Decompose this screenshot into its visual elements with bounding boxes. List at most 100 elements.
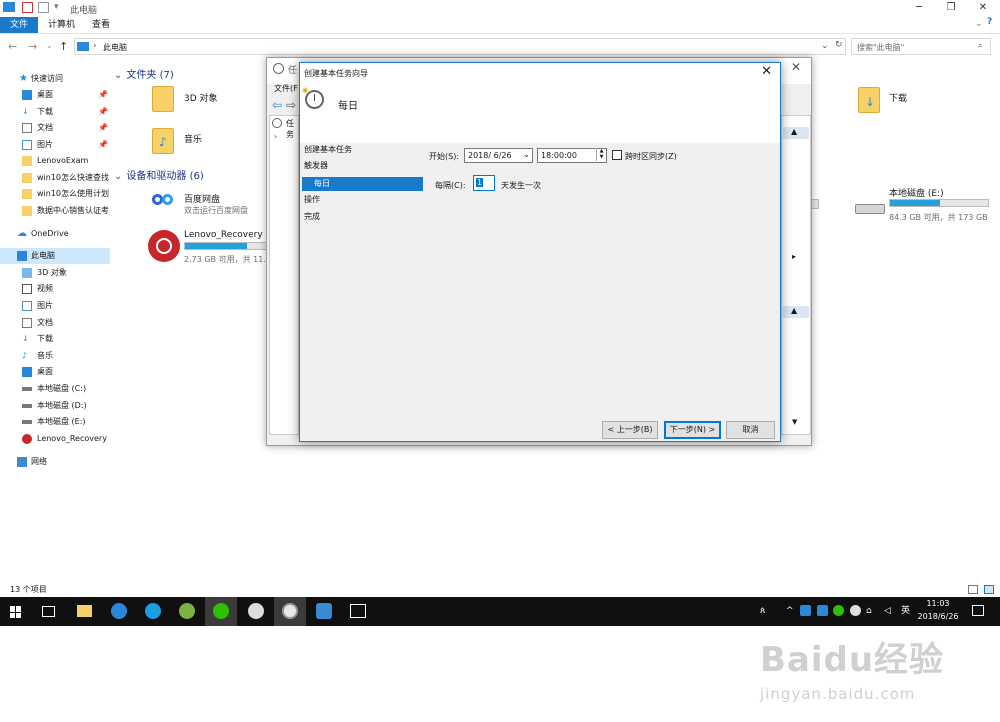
sidebar-item-desktop[interactable]: 桌面 📌 [0, 87, 110, 103]
wizard-close-button[interactable]: ✕ [761, 64, 772, 79]
sidebar-item-this-pc[interactable]: 此电脑 [0, 248, 110, 264]
expand-ribbon-icon[interactable]: ⌄ [975, 19, 983, 29]
sidebar-quick-access[interactable]: ★ 快速访问 [0, 71, 110, 87]
new-folder-icon[interactable] [38, 2, 49, 13]
pin-icon[interactable]: 📌 [98, 120, 108, 136]
quick-access-dropdown-icon[interactable]: ▾ [54, 2, 59, 12]
folders-section-header[interactable]: ⌄ 文件夹 (7) [114, 66, 174, 81]
sidebar-item-drive-e[interactable]: 本地磁盘 (E:) [0, 414, 110, 430]
minimize-button[interactable]: ─ [903, 0, 935, 16]
search-input[interactable]: 搜索"此电脑" ⌕ [851, 38, 991, 55]
sidebar-item-datacenter[interactable]: 数据中心销售认证考 [0, 203, 110, 219]
taskbar-app-8[interactable] [308, 597, 340, 626]
back-arrow-icon[interactable]: ← [8, 40, 17, 53]
step-daily[interactable]: 每日 [302, 177, 423, 191]
sidebar-item-lenovo-recovery[interactable]: Lenovo_Recovery [0, 431, 110, 447]
tree-root[interactable]: 任务 [286, 118, 298, 140]
sidebar-item-pc-downloads[interactable]: ↓ 下载 [0, 331, 110, 347]
chevron-up-icon[interactable]: ^ [786, 597, 794, 626]
forward-arrow-icon[interactable]: → [28, 40, 37, 53]
help-icon[interactable]: ? [987, 17, 992, 27]
calendar-dropdown-icon[interactable]: ⌄ [523, 150, 530, 160]
sidebar-item-pc-desktop[interactable]: 桌面 [0, 364, 110, 380]
taskbar-file-explorer[interactable] [68, 597, 100, 626]
close-button[interactable]: ✕ [967, 0, 999, 16]
folder-3d-objects-label[interactable]: 3D 对象 [184, 91, 218, 104]
tray-app-icon[interactable] [800, 605, 811, 616]
cancel-button[interactable]: 取消 [726, 421, 775, 439]
sidebar-item-music[interactable]: ♪ 音乐 [0, 348, 110, 364]
maximize-button[interactable]: ❐ [935, 0, 967, 16]
submenu-arrow-icon[interactable]: ▸ [792, 252, 796, 261]
taskbar-app-4[interactable] [171, 597, 203, 626]
devices-section-header[interactable]: ⌄ 设备和驱动器 (6) [114, 167, 204, 182]
recur-days-input[interactable]: 1 [473, 175, 495, 191]
tab-computer[interactable]: 计算机 [38, 17, 85, 33]
sync-timezone-checkbox[interactable] [612, 150, 622, 160]
taskbar-photos[interactable] [342, 597, 374, 626]
sidebar-item-documents[interactable]: 文档 📌 [0, 120, 110, 136]
sidebar-item-drive-c[interactable]: 本地磁盘 (C:) [0, 381, 110, 397]
recent-chevron-icon[interactable]: ⌄ [46, 41, 53, 50]
folder-music-label[interactable]: 音乐 [184, 132, 202, 145]
network-icon[interactable]: ⌂ [866, 597, 872, 626]
tab-view[interactable]: 查看 [82, 17, 120, 33]
pin-icon[interactable]: 📌 [98, 137, 108, 153]
ime-indicator[interactable]: 英 [901, 597, 910, 626]
folder-downloads-icon[interactable]: ↓ [858, 87, 880, 113]
sync-timezone-label[interactable]: 跨时区同步(Z) [625, 151, 677, 162]
collapse-up-icon[interactable]: ▲ [791, 306, 797, 315]
taskbar-task-scheduler[interactable] [274, 597, 306, 626]
folder-downloads-label[interactable]: 下载 [889, 91, 907, 104]
back-button[interactable]: < 上一步(B) [602, 421, 658, 439]
taskbar-wechat[interactable] [205, 597, 237, 626]
sidebar-item-pictures[interactable]: 图片 📌 [0, 137, 110, 153]
sidebar-item-3d-objects[interactable]: 3D 对象 [0, 265, 110, 281]
start-date-picker[interactable]: 2018/ 6/26 ⌄ [464, 148, 533, 163]
task-view-button[interactable] [33, 597, 65, 626]
sidebar-item-pc-documents[interactable]: 文档 [0, 315, 110, 331]
address-dropdown-icon[interactable]: ⌄ [821, 41, 829, 51]
tray-wechat-icon[interactable] [833, 605, 844, 616]
sidebar-item-downloads[interactable]: ↓ 下载 📌 [0, 104, 110, 120]
properties-icon[interactable] [22, 2, 33, 13]
sidebar-item-pc-pictures[interactable]: 图片 [0, 298, 110, 314]
taskbar-ie[interactable] [137, 597, 169, 626]
step-trigger[interactable]: 触发器 [304, 159, 328, 173]
drive-e-icon[interactable] [855, 204, 885, 214]
sidebar-item-win10-find[interactable]: win10怎么快速查找 [0, 170, 110, 186]
back-arrow-icon[interactable]: ⇦ [272, 98, 282, 112]
clock-date[interactable]: 2018/6/26 [914, 612, 962, 621]
scroll-down-icon[interactable]: ▼ [792, 418, 797, 426]
sidebar-item-drive-d[interactable]: 本地磁盘 (D:) [0, 398, 110, 414]
tray-penguin-icon[interactable] [850, 605, 861, 616]
forward-arrow-icon[interactable]: ⇨ [286, 98, 296, 112]
breadcrumb[interactable]: 此电脑 [103, 42, 127, 53]
step-create-basic-task[interactable]: 创建基本任务 [304, 143, 352, 157]
tree-expand-icon[interactable]: › [274, 132, 277, 141]
sidebar-item-lenovoexam[interactable]: LenovoExam [0, 153, 110, 169]
search-icon[interactable]: ⌕ [978, 41, 982, 51]
baidu-netdisk-label[interactable]: 百度网盘 [184, 192, 220, 205]
volume-icon[interactable]: ◁ [884, 597, 891, 626]
taskbar-edge[interactable] [103, 597, 135, 626]
time-spinner-icon[interactable]: ▲ ▼ [596, 148, 606, 161]
address-bar[interactable]: › 此电脑 ⌄ ↻ [74, 38, 846, 55]
step-action[interactable]: 操作 [304, 193, 320, 207]
folder-music-icon[interactable]: ♪ [152, 128, 174, 154]
sidebar-item-onedrive[interactable]: ☁ OneDrive [0, 226, 110, 242]
scheduler-menu-file[interactable]: 文件(F [274, 83, 298, 94]
sidebar-item-videos[interactable]: 视频 [0, 281, 110, 297]
scheduler-close-button[interactable]: ✕ [791, 60, 801, 74]
tray-app-icon[interactable] [817, 605, 828, 616]
lenovo-recovery-icon[interactable] [148, 230, 180, 262]
pin-icon[interactable]: 📌 [98, 104, 108, 120]
step-finish[interactable]: 完成 [304, 210, 320, 224]
clock-time[interactable]: 11:03 [918, 599, 958, 608]
taskbar-app-6[interactable] [240, 597, 272, 626]
pin-icon[interactable]: 📌 [98, 87, 108, 103]
up-arrow-icon[interactable]: ↑ [59, 40, 68, 53]
baidu-netdisk-icon[interactable] [150, 192, 176, 214]
large-icons-view-icon[interactable] [984, 585, 994, 594]
folder-3d-objects-icon[interactable] [152, 86, 174, 112]
